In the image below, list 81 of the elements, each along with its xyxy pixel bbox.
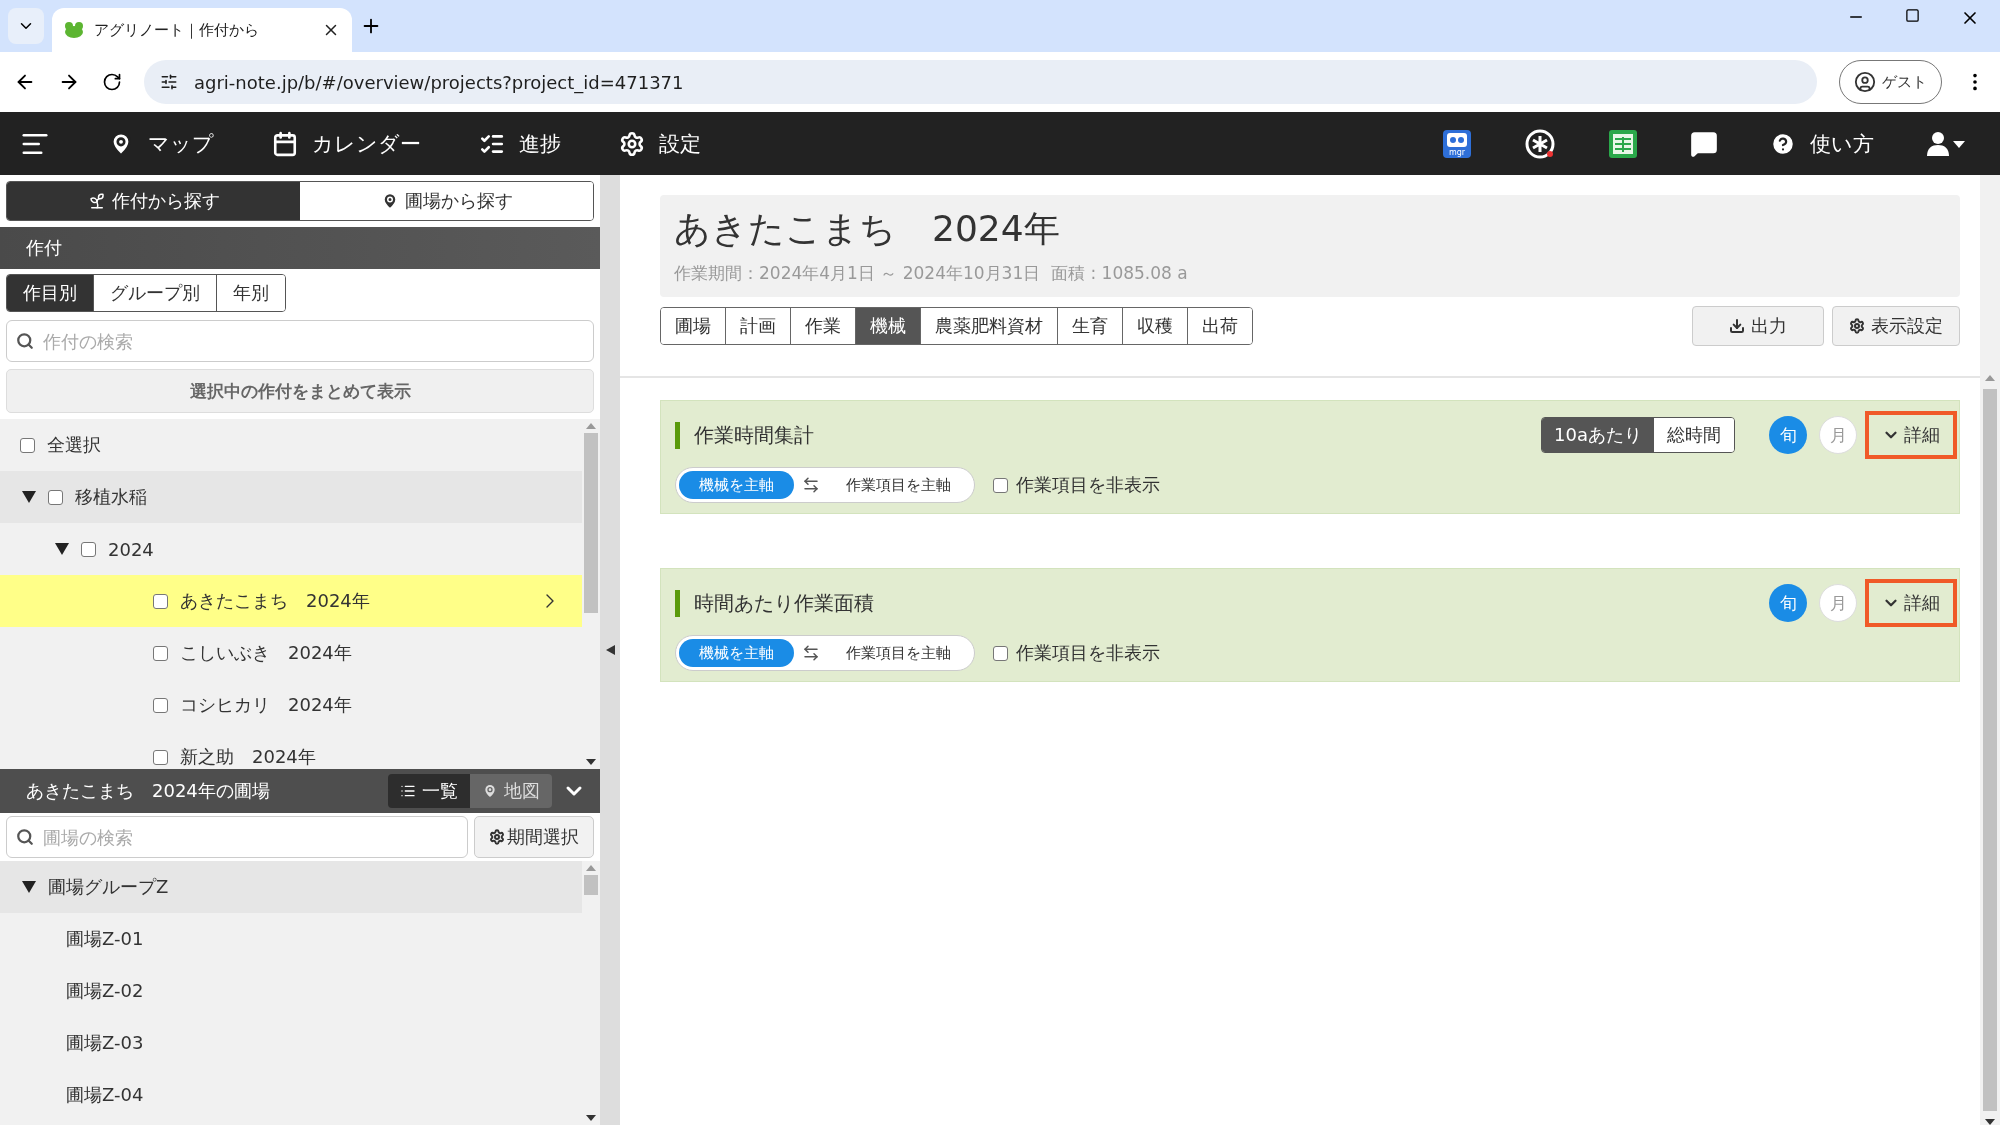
scrollbar-thumb[interactable]	[584, 875, 598, 895]
swap-icon	[802, 476, 820, 494]
fields-panel-title: あきたこまち 2024年の圃場	[26, 779, 271, 803]
help-link[interactable]: 使い方	[1770, 129, 1874, 158]
mgr-app-icon[interactable]: mgr	[1442, 128, 1472, 159]
checkbox[interactable]	[153, 697, 168, 713]
detail-button[interactable]: 詳細	[1865, 411, 1957, 459]
axis-toggle[interactable]: 作業項目を主軸	[826, 471, 971, 499]
sprout-icon	[87, 192, 106, 210]
display-settings-button[interactable]: 表示設定	[1832, 306, 1960, 346]
scrollbar-thumb[interactable]	[1983, 389, 1997, 1111]
period-toggle[interactable]: 旬	[1769, 416, 1807, 454]
project-title: あきたこまち 2024年	[674, 207, 1061, 251]
settings-icon	[619, 130, 645, 157]
checkbox[interactable]	[81, 541, 96, 557]
project-subtitle: 作業期間：2024年4月1日 ～ 2024年10月31日 面積 : 1085.08 a	[674, 262, 1189, 285]
search-icon	[16, 332, 34, 350]
scrollbar-thumb[interactable]	[584, 433, 598, 613]
chat-icon[interactable]	[1690, 129, 1718, 158]
expand-icon[interactable]	[22, 490, 36, 504]
checkbox[interactable]	[153, 593, 168, 609]
frog-favicon	[64, 21, 84, 39]
hide-items-checkbox[interactable]: 作業項目を非表示	[993, 473, 1160, 497]
expand-icon[interactable]	[55, 542, 69, 556]
scroll-down-icon[interactable]	[586, 759, 596, 765]
nav-item[interactable]: 設定	[619, 129, 701, 158]
detail-button[interactable]: 詳細	[1865, 579, 1957, 627]
unit-toggle[interactable]: 総時間	[1654, 418, 1734, 452]
scroll-down-icon[interactable]	[586, 1115, 596, 1121]
collapse-handle[interactable]	[600, 175, 620, 1125]
period-button[interactable]: 期間選択	[474, 816, 594, 858]
url-text: agri-note.jp/b/#/overview/projects?project_id=471371	[194, 71, 684, 93]
hide-items-checkbox[interactable]: 作業項目を非表示	[993, 641, 1160, 665]
section-tab[interactable]: 出荷	[1187, 308, 1252, 344]
axis-toggle[interactable]: 作業項目を主軸	[826, 639, 971, 667]
axis-toggle[interactable]: 機械を主軸	[679, 471, 794, 499]
user-menu-icon[interactable]	[1926, 130, 1966, 157]
section-header: 作付	[0, 227, 600, 269]
view-tab[interactable]: 地図	[470, 774, 552, 808]
calendar-icon	[272, 130, 298, 157]
list-icon	[400, 783, 416, 799]
export-button[interactable]: 出力	[1692, 306, 1824, 346]
view-tab[interactable]: 一覧	[388, 774, 470, 808]
group-tab[interactable]: 年別	[216, 275, 285, 311]
asterisk-circle-icon[interactable]	[1524, 127, 1556, 160]
checkbox[interactable]	[48, 489, 63, 505]
expand-icon[interactable]	[22, 880, 36, 894]
search-icon	[16, 828, 34, 846]
group-tab[interactable]: 作目別	[7, 275, 93, 311]
download-icon	[1729, 318, 1745, 334]
collapse-arrow-icon[interactable]	[605, 645, 615, 655]
tree-row[interactable]: 移植水稲	[0, 471, 582, 523]
checkbox[interactable]	[153, 749, 168, 765]
restore-icon[interactable]	[1905, 8, 1920, 23]
combine-button[interactable]: 選択中の作付をまとめて表示	[6, 369, 594, 413]
search-mode-tab[interactable]: 作付から探す	[7, 182, 300, 220]
card-title: 時間あたり作業面積	[675, 589, 874, 617]
scroll-down-icon[interactable]	[1985, 1119, 1995, 1125]
nav-item[interactable]: カレンダー	[272, 129, 421, 158]
profile-icon	[1854, 71, 1876, 93]
gear-icon	[489, 829, 505, 845]
swap-icon	[802, 644, 820, 662]
map-pin-icon	[482, 783, 498, 799]
browser-tab[interactable]: アグリノート｜作付から	[52, 8, 352, 52]
reload-icon[interactable]	[102, 72, 122, 92]
nav-item[interactable]: マップ	[108, 129, 214, 158]
nav-item[interactable]: 進捗	[479, 129, 561, 158]
tree-row[interactable]: あきたこまち 2024年	[0, 575, 582, 627]
checkbox[interactable]	[20, 437, 35, 453]
section-tab[interactable]: 機械	[855, 308, 920, 344]
unit-toggle[interactable]: 10aあたり	[1542, 418, 1654, 452]
address-bar[interactable]: agri-note.jp/b/#/overview/projects?project_id=471371	[144, 60, 1817, 104]
checkbox[interactable]	[153, 645, 168, 661]
spreadsheet-icon[interactable]	[1608, 128, 1638, 159]
card-title: 作業時間集計	[675, 421, 814, 449]
site-settings-icon[interactable]	[160, 73, 178, 91]
search-field[interactable]: 圃場の検索	[6, 816, 468, 858]
period-toggle[interactable]: 旬	[1769, 584, 1807, 622]
axis-toggle[interactable]: 機械を主軸	[679, 639, 794, 667]
search-field[interactable]: 作付の検索	[6, 320, 594, 362]
gear-icon	[1849, 318, 1865, 334]
